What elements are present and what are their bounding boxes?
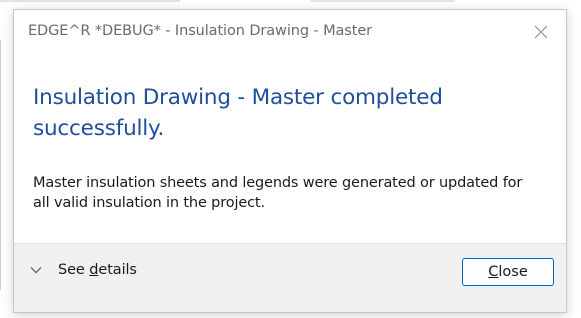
close-button-label: Close — [488, 264, 528, 280]
window-close-button[interactable] — [528, 20, 554, 46]
see-details-toggle[interactable]: See details — [28, 262, 137, 278]
content-message: Master insulation sheets and legends wer… — [33, 175, 523, 211]
window-title: EDGE^R *DEBUG* - Insulation Drawing - Ma… — [28, 23, 373, 39]
background-window-edge — [0, 0, 581, 2]
task-dialog: EDGE^R *DEBUG* - Insulation Drawing - Ma… — [13, 9, 567, 313]
background-window-edge-left — [0, 40, 1, 290]
dialog-footer: See details Close — [14, 243, 566, 312]
main-instruction: Insulation Drawing - Master completed su… — [33, 85, 443, 141]
close-button[interactable]: Close — [462, 258, 554, 286]
see-details-label: See details — [58, 262, 137, 278]
close-icon — [534, 24, 548, 43]
chevron-down-icon — [28, 262, 44, 278]
dialog-content: Insulation Drawing - Master completed su… — [14, 58, 566, 243]
title-bar[interactable]: EDGE^R *DEBUG* - Insulation Drawing - Ma… — [14, 10, 566, 58]
